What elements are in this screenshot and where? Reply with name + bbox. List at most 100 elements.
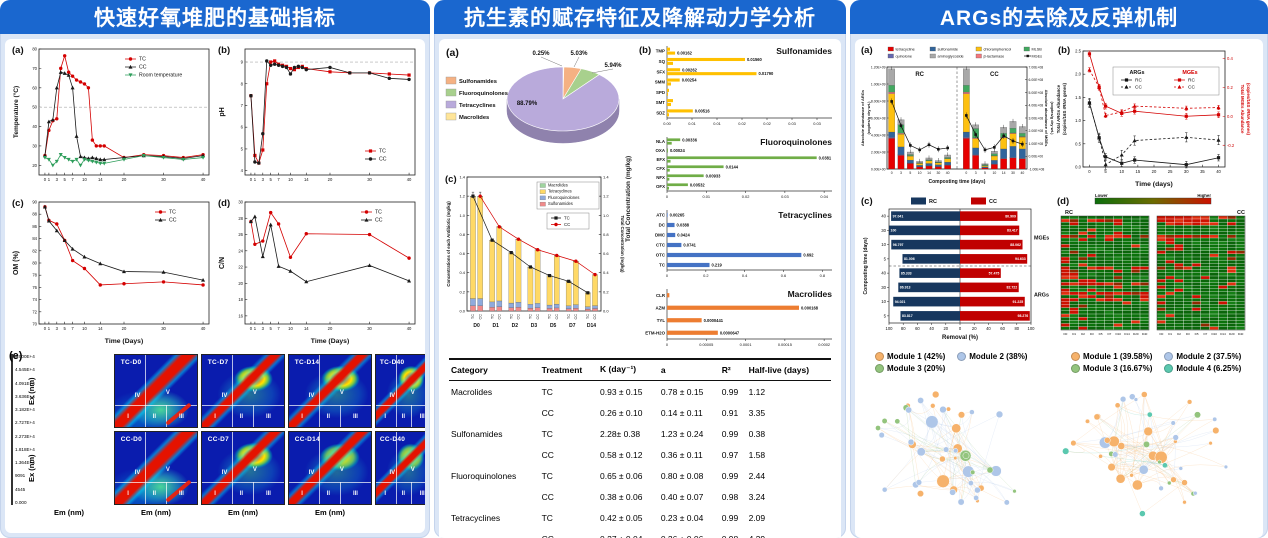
svg-text:30: 30 — [1011, 171, 1015, 175]
svg-text:CC: CC — [498, 314, 502, 320]
svg-text:pH: pH — [219, 107, 226, 116]
svg-text:0.01: 0.01 — [702, 194, 710, 199]
table-row: CC0.58 ± 0.120.36 ± 0.110.971.58 — [449, 444, 831, 465]
eem-region-label: V — [411, 467, 415, 473]
panel-body-right: 0.00E+002.00E+084.00E+086.00E+088.00E+08… — [850, 34, 1268, 538]
table-cell: 0.58 ± 0.12 — [598, 444, 659, 465]
eem-region-label: III — [266, 491, 271, 497]
svg-text:0.00162: 0.00162 — [677, 51, 693, 56]
svg-text:40: 40 — [201, 326, 206, 331]
svg-text:MGEs: MGEs — [1182, 70, 1197, 76]
args-abundance-chart: 0.00E+002.00E+084.00E+086.00E+088.00E+08… — [859, 43, 1055, 194]
table-cell — [449, 486, 540, 507]
svg-text:D14: D14 — [1220, 332, 1226, 336]
svg-text:D3: D3 — [1090, 332, 1094, 336]
panel-title-antibiotics: 抗生素的赋存特征及降解动力学分析 — [434, 0, 846, 34]
svg-text:0.8: 0.8 — [459, 232, 465, 237]
svg-text:3.00E+08: 3.00E+08 — [1029, 116, 1044, 120]
svg-text:-1.00E+08: -1.00E+08 — [1029, 167, 1045, 171]
module-label: Module 3 (20%) — [887, 364, 945, 373]
kinetics-table: CategoryTreatmentK (day⁻¹)aR²Half-live (… — [449, 358, 831, 538]
svg-text:D5: D5 — [1099, 332, 1103, 336]
svg-text:(b): (b) — [639, 45, 651, 56]
svg-text:5: 5 — [884, 313, 887, 318]
eem-tag: (e) — [9, 350, 22, 362]
table-header: a — [659, 359, 720, 381]
eem-region-line — [202, 405, 284, 406]
svg-text:CC: CC — [990, 72, 999, 78]
svg-text:Absolute abundance of ARGs: Absolute abundance of ARGs — [860, 89, 865, 146]
svg-text:CC: CC — [139, 65, 147, 71]
eem-region-line — [202, 482, 284, 483]
legend-item: Module 2 (37.5%) — [1164, 352, 1241, 361]
svg-text:Total ARGs Abundance: Total ARGs Abundance — [1056, 84, 1061, 133]
table-cell: 0.93 ± 0.15 — [598, 381, 659, 403]
svg-text:24: 24 — [238, 248, 243, 253]
svg-text:D5: D5 — [1195, 332, 1199, 336]
svg-text:0.01790: 0.01790 — [759, 71, 775, 76]
svg-text:10: 10 — [82, 326, 87, 331]
table-cell: 2.44 — [747, 465, 831, 486]
svg-text:5: 5 — [909, 171, 911, 175]
svg-text:RC: RC — [929, 199, 937, 205]
module-label: Module 3 (16.67%) — [1083, 364, 1152, 373]
svg-text:30: 30 — [881, 285, 886, 290]
svg-text:1.4: 1.4 — [459, 175, 465, 180]
svg-text:MGEs: MGEs — [1034, 236, 1049, 242]
svg-text:0.00265: 0.00265 — [670, 213, 686, 218]
svg-text:Macrolides: Macrolides — [459, 115, 489, 121]
svg-text:6: 6 — [241, 125, 244, 130]
svg-text:0.00: 0.00 — [663, 121, 671, 126]
svg-text:20: 20 — [328, 326, 333, 331]
svg-text:14: 14 — [927, 171, 931, 175]
panel-title-args: ARGs的去除及反弹机制 — [850, 0, 1268, 34]
svg-text:40: 40 — [881, 271, 886, 276]
eem-region-label: II — [327, 414, 330, 420]
svg-text:100: 100 — [886, 326, 894, 331]
eem-map-CC-D14: CC-D14IIIIIIIVV — [288, 431, 372, 505]
left-line-charts: 01357101420304020304050607080Temperature… — [9, 43, 421, 351]
svg-text:0.00516: 0.00516 — [695, 108, 711, 113]
eem-map-TC-D7: TC-D7IIIIIIIVV — [201, 354, 285, 428]
svg-text:0.4: 0.4 — [603, 270, 609, 275]
svg-text:Fluoroquinolones: Fluoroquinolones — [760, 137, 832, 147]
svg-text:28: 28 — [238, 216, 243, 221]
svg-text:96.797: 96.797 — [893, 243, 904, 247]
svg-text:D2: D2 — [512, 323, 519, 329]
svg-text:CFX: CFX — [656, 166, 665, 171]
network-svg-2 — [1055, 381, 1243, 529]
svg-text:30: 30 — [367, 177, 372, 182]
svg-text:8: 8 — [241, 81, 244, 86]
svg-text:60: 60 — [1000, 326, 1005, 331]
svg-text:2.5: 2.5 — [1075, 49, 1081, 54]
table-row: CC0.38 ± 0.060.40 ± 0.070.983.24 — [449, 486, 831, 507]
svg-text:OTC: OTC — [656, 253, 666, 258]
table-cell: 0.40 ± 0.07 — [659, 486, 720, 507]
argheat-svg: LowerHigherRCCCD0D1D2D3D5D7D10D14D20D40D… — [1055, 194, 1251, 344]
svg-text:Sulfonamides: Sulfonamides — [776, 46, 832, 56]
eem-region-line — [145, 432, 146, 504]
table-cell: 0.99 — [720, 465, 747, 486]
svg-text:Tetracyclines: Tetracyclines — [548, 189, 572, 194]
svg-text:CC: CC — [1135, 85, 1142, 91]
svg-text:7.00E+08: 7.00E+08 — [1029, 65, 1044, 69]
panel-body-middle: 5.03%5.94%88.79%0.25%SulfonamidesFluoroq… — [434, 34, 846, 538]
svg-text:4.00E+08: 4.00E+08 — [871, 133, 886, 137]
svg-text:-0.2: -0.2 — [1227, 143, 1235, 148]
svg-text:OFX: OFX — [656, 184, 665, 189]
svg-text:1.5: 1.5 — [1075, 95, 1081, 100]
b-axis-label: Total Concentration (mg/kg) — [625, 43, 637, 355]
svg-text:D0: D0 — [1063, 332, 1067, 336]
svg-text:20: 20 — [238, 281, 243, 286]
svg-text:Sulfonamides: Sulfonamides — [548, 201, 573, 206]
svg-text:MLSB: MLSB — [1032, 47, 1043, 51]
svg-text:1.00E+09: 1.00E+09 — [871, 82, 886, 86]
table-cell: 0.98 — [720, 486, 747, 507]
svg-text:aminoglycoside: aminoglycoside — [938, 54, 964, 58]
eem-region-label: II — [240, 491, 243, 497]
right-charts-grid: 0.00E+002.00E+084.00E+086.00E+088.00E+08… — [859, 43, 1259, 349]
svg-text:0.00933: 0.00933 — [706, 173, 722, 178]
svg-text:0.0: 0.0 — [459, 309, 465, 314]
svg-text:7: 7 — [71, 177, 74, 182]
svg-text:35: 35 — [1200, 169, 1205, 174]
